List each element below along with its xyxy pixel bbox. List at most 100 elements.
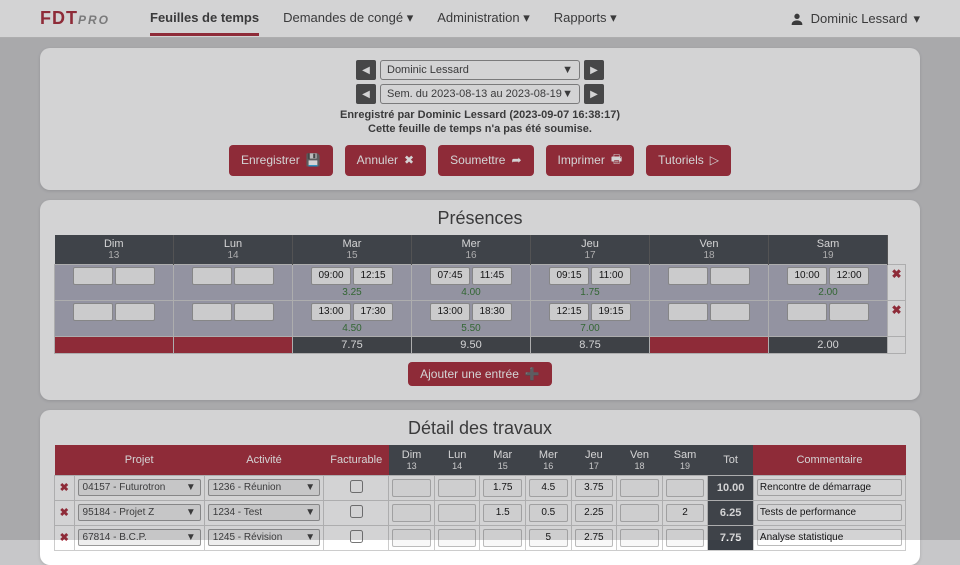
print-button[interactable]: Imprimer🖶 [546,145,635,176]
day-header: Mar15 [293,235,412,265]
time-in-input[interactable] [73,303,113,321]
time-in-input[interactable] [311,303,351,321]
hours-input[interactable] [392,529,431,547]
col-day: Mer16 [526,445,572,476]
time-out-input[interactable] [234,267,274,285]
row-total: 6.25 [708,500,754,525]
cell-subtotal: 4.50 [295,323,409,334]
hours-input[interactable] [438,479,477,497]
hours-input[interactable] [620,504,659,522]
col-billable: Facturable [324,445,389,476]
employee-select[interactable]: Dominic Lessard▼ [380,60,580,80]
time-out-input[interactable] [710,303,750,321]
delete-detail-button[interactable]: ✖ [55,525,75,550]
presence-cell-empty [174,264,293,300]
time-in-input[interactable] [192,267,232,285]
employee-next[interactable]: ▶ [584,60,604,80]
hours-input[interactable] [483,479,522,497]
billable-checkbox[interactable] [350,480,363,493]
plus-icon: ➕ [525,367,540,381]
nav-reports[interactable]: Rapports ▾ [554,2,617,36]
time-in-input[interactable] [668,267,708,285]
hours-input[interactable] [438,504,477,522]
hours-input[interactable] [666,479,705,497]
day-header: Dim13 [55,235,174,265]
user-menu[interactable]: Dominic Lessard ▾ [789,11,920,27]
cancel-button[interactable]: Annuler✖ [345,145,426,176]
hours-input[interactable] [392,504,431,522]
video-icon: ▷ [710,153,719,167]
time-in-input[interactable] [430,267,470,285]
time-out-input[interactable] [829,303,869,321]
nav-timesheets[interactable]: Feuilles de temps [150,2,259,36]
hours-input[interactable] [620,529,659,547]
delete-detail-button[interactable]: ✖ [55,500,75,525]
hours-input[interactable] [483,504,522,522]
time-out-input[interactable] [353,303,393,321]
project-select[interactable]: 04157 - Futurotron▼ [78,479,201,496]
time-out-input[interactable] [353,267,393,285]
user-icon [789,11,805,27]
status-text: Enregistré par Dominic Lessard (2023-09-… [54,108,906,137]
day-total: 9.50 [412,336,531,353]
chevron-down-icon: ▼ [186,532,196,543]
time-in-input[interactable] [787,303,827,321]
time-out-input[interactable] [472,303,512,321]
time-in-input[interactable] [430,303,470,321]
time-out-input[interactable] [829,267,869,285]
presence-cell: 7.00 [531,300,650,336]
col-day: Dim13 [389,445,435,476]
hours-input[interactable] [666,529,705,547]
presence-cell: 1.75 [531,264,650,300]
project-select[interactable]: 95184 - Projet Z▼ [78,504,201,521]
time-out-input[interactable] [591,303,631,321]
hours-input[interactable] [483,529,522,547]
hours-input[interactable] [529,479,568,497]
week-prev[interactable]: ◀ [356,84,376,104]
time-out-input[interactable] [591,267,631,285]
time-in-input[interactable] [311,267,351,285]
week-select[interactable]: Sem. du 2023-08-13 au 2023-08-19▼ [380,84,580,104]
activity-select[interactable]: 1234 - Test▼ [208,504,320,521]
billable-checkbox[interactable] [350,505,363,518]
comment-input[interactable] [757,479,902,496]
hours-input[interactable] [620,479,659,497]
time-in-input[interactable] [549,267,589,285]
project-select[interactable]: 67814 - B.C.P.▼ [78,529,201,546]
time-out-input[interactable] [234,303,274,321]
hours-input[interactable] [575,479,614,497]
comment-input[interactable] [757,504,902,521]
activity-select[interactable]: 1245 - Révision▼ [208,529,320,546]
col-total: Tot [708,445,754,476]
comment-input[interactable] [757,529,902,546]
delete-row-button[interactable]: ✖ [888,264,906,300]
hours-input[interactable] [438,529,477,547]
week-next[interactable]: ▶ [584,84,604,104]
tutorials-button[interactable]: Tutoriels▷ [646,145,731,176]
nav-leave-requests[interactable]: Demandes de congé ▾ [283,2,413,36]
add-entry-button[interactable]: Ajouter une entrée➕ [408,362,552,386]
activity-select[interactable]: 1236 - Réunion▼ [208,479,320,496]
delete-row-button[interactable]: ✖ [888,300,906,336]
time-in-input[interactable] [73,267,113,285]
delete-detail-button[interactable]: ✖ [55,475,75,500]
hours-input[interactable] [392,479,431,497]
hours-input[interactable] [666,504,705,522]
hours-input[interactable] [529,529,568,547]
employee-prev[interactable]: ◀ [356,60,376,80]
nav-administration[interactable]: Administration ▾ [437,2,530,36]
time-in-input[interactable] [192,303,232,321]
time-in-input[interactable] [668,303,708,321]
submit-button[interactable]: Soumettre➦ [438,145,533,176]
hours-input[interactable] [529,504,568,522]
time-out-input[interactable] [472,267,512,285]
time-in-input[interactable] [787,267,827,285]
billable-checkbox[interactable] [350,530,363,543]
hours-input[interactable] [575,504,614,522]
time-in-input[interactable] [549,303,589,321]
time-out-input[interactable] [115,267,155,285]
save-button[interactable]: Enregistrer💾 [229,145,333,176]
time-out-input[interactable] [710,267,750,285]
time-out-input[interactable] [115,303,155,321]
hours-input[interactable] [575,529,614,547]
